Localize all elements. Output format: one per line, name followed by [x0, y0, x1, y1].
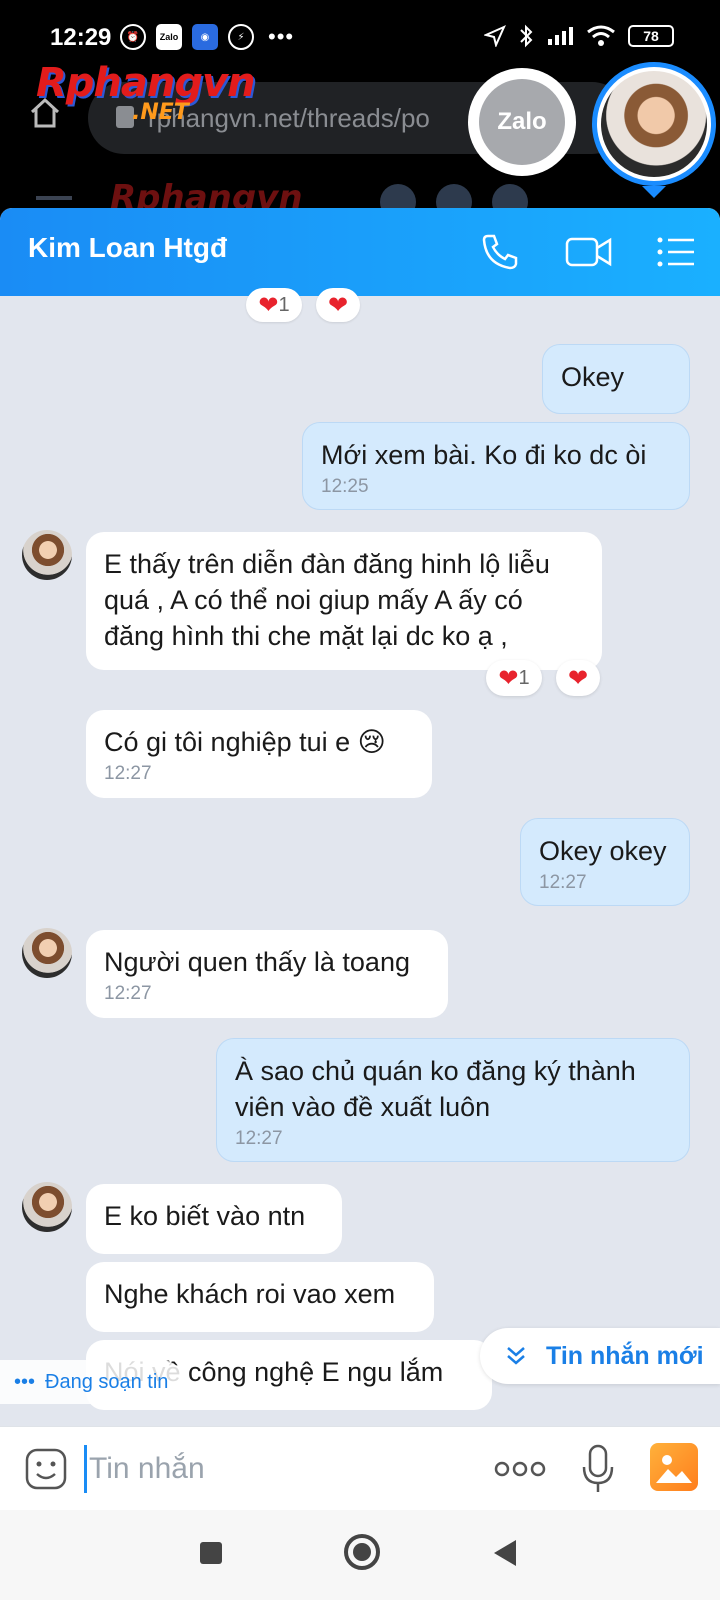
- message-text: Nghe khách roi vao xem: [104, 1279, 396, 1309]
- more-options-icon[interactable]: [494, 1453, 546, 1485]
- message-outgoing[interactable]: Mới xem bài. Ko đi ko dc òi 12:25: [302, 422, 690, 510]
- reaction-chip[interactable]: ❤ 1: [246, 288, 302, 322]
- zalo-chat-head-label: Zalo: [479, 79, 565, 165]
- heart-icon: ❤: [327, 291, 349, 319]
- chat-head-pointer: [642, 186, 666, 198]
- video-call-button[interactable]: [564, 230, 614, 274]
- new-messages-label: Tin nhắn mới: [546, 1341, 704, 1370]
- list-icon: [657, 237, 694, 267]
- new-messages-button[interactable]: Tin nhắn mới: [480, 1328, 720, 1384]
- call-button[interactable]: [478, 230, 522, 274]
- message-text: Okey: [561, 362, 625, 392]
- browser-url-text: rphangvn.net/threads/po: [148, 103, 430, 133]
- chat-header: Kim Loan Htgđ: [0, 208, 720, 296]
- message-time: 12:27: [104, 763, 152, 784]
- location-icon: [484, 25, 506, 47]
- video-icon: [565, 237, 612, 267]
- reaction-count: 1: [518, 666, 530, 689]
- chat-panel: Kim Loan Htgđ ❤ 1 ❤ Okey Mới xem bài. Ko …: [0, 208, 720, 1426]
- message-outgoing[interactable]: À sao chủ quán ko đăng ký thành viên vào…: [216, 1038, 690, 1162]
- message-incoming[interactable]: E ko biết vào ntn: [86, 1184, 342, 1254]
- message-text: À sao chủ quán ko đăng ký thành viên vào…: [235, 1056, 636, 1122]
- heart-icon: ❤: [258, 291, 279, 319]
- message-incoming[interactable]: E thấy trên diễn đàn đăng hinh lộ liễu q…: [86, 532, 602, 670]
- message-text: Người quen thấy là toang: [104, 947, 410, 977]
- image-picker-icon[interactable]: [650, 1443, 698, 1491]
- message-composer: Tin nhắn: [0, 1426, 720, 1510]
- message-text: Okey okey: [539, 836, 667, 866]
- message-time: 12:27: [539, 872, 587, 893]
- react-button[interactable]: ❤: [316, 288, 360, 322]
- chevron-double-down-icon: [507, 1347, 525, 1365]
- message-text: E thấy trên diễn đàn đăng hinh lộ liễu q…: [104, 549, 550, 651]
- bluetooth-icon: [520, 24, 533, 48]
- battery-icon: 78: [628, 25, 674, 47]
- contact-name[interactable]: Kim Loan Htgđ: [28, 232, 227, 264]
- reaction-chip[interactable]: ❤ 1: [486, 660, 542, 696]
- browser-menu-icon: [36, 196, 72, 200]
- react-button[interactable]: ❤: [556, 660, 600, 696]
- message-time: 12:27: [235, 1128, 283, 1149]
- message-outgoing[interactable]: Okey okey 12:27: [520, 818, 690, 906]
- more-notifications-icon: •••: [268, 24, 295, 49]
- signal-icon: [548, 27, 573, 45]
- messenger-icon: ⚡: [228, 24, 254, 50]
- phone-icon: [482, 234, 518, 270]
- heart-icon: ❤: [498, 664, 519, 692]
- message-time: 12:27: [104, 983, 152, 1004]
- message-outgoing[interactable]: Okey: [542, 344, 690, 414]
- back-button[interactable]: [494, 1540, 516, 1566]
- heart-icon: ❤: [567, 664, 589, 692]
- microphone-icon[interactable]: [580, 1443, 616, 1495]
- message-incoming[interactable]: Có gi tôi nghiệp tui e 😢 12:27: [86, 710, 432, 798]
- message-time: 12:25: [321, 476, 369, 497]
- wifi-icon: [587, 25, 615, 46]
- typing-indicator: ••• Đang soạn tin: [0, 1360, 183, 1404]
- typing-dots-icon: •••: [14, 1370, 36, 1393]
- emoji-icon[interactable]: [24, 1447, 68, 1491]
- photo-icon: [656, 1455, 692, 1483]
- chat-options-button[interactable]: [654, 230, 698, 274]
- contact-avatar-image: [601, 71, 707, 177]
- hotspot-icon: ◉: [192, 24, 218, 50]
- recent-apps-button[interactable]: [200, 1542, 222, 1564]
- message-text: Mới xem bài. Ko đi ko dc òi: [321, 440, 647, 470]
- status-notification-icons: ⏰ Zalo ◉ ⚡ •••: [120, 24, 294, 50]
- home-button[interactable]: [344, 1534, 380, 1570]
- message-incoming[interactable]: Nghe khách roi vao xem: [86, 1262, 434, 1332]
- contact-avatar[interactable]: [22, 530, 72, 580]
- message-input[interactable]: Tin nhắn: [84, 1445, 464, 1493]
- zalo-icon: Zalo: [156, 24, 182, 50]
- contact-avatar[interactable]: [22, 928, 72, 978]
- contact-chat-head[interactable]: [592, 62, 716, 186]
- system-navigation-bar: [0, 1510, 720, 1600]
- zalo-chat-head[interactable]: Zalo: [468, 68, 576, 176]
- message-text: Có gi tôi nghiệp tui e 😢: [104, 727, 386, 757]
- status-system-icons: 78: [484, 24, 674, 48]
- typing-label: Đang soạn tin: [45, 1370, 169, 1393]
- site-logo-suffix: .NET: [132, 100, 189, 125]
- message-incoming[interactable]: Người quen thấy là toang 12:27: [86, 930, 448, 1018]
- contact-avatar[interactable]: [22, 1182, 72, 1232]
- message-text: E ko biết vào ntn: [104, 1201, 306, 1231]
- alarm-icon: ⏰: [120, 24, 146, 50]
- status-time: 12:29: [50, 24, 112, 51]
- reaction-count: 1: [278, 293, 290, 316]
